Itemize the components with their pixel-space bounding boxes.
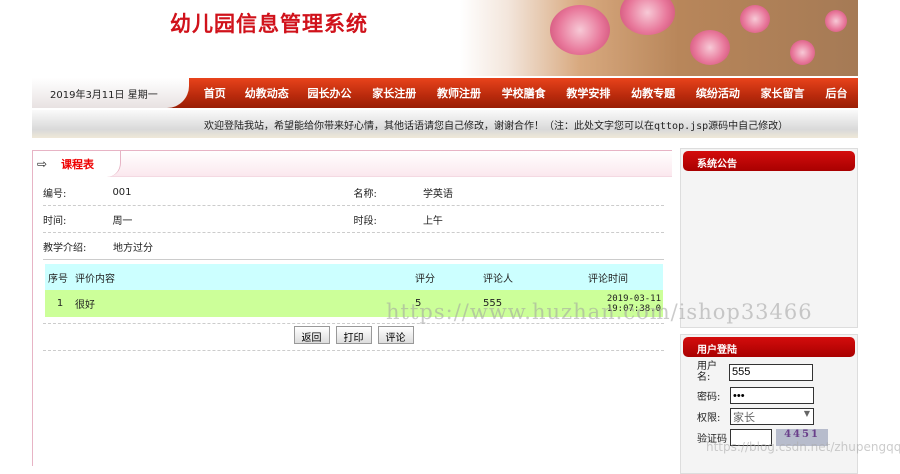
name-label: 名称: xyxy=(353,188,377,200)
col-time: 评论时间 xyxy=(553,264,663,290)
period-label: 时段: xyxy=(353,215,377,227)
intro-value: 地方过分 xyxy=(113,242,153,254)
username-label: 用户名: xyxy=(697,361,717,383)
field-row: 编号: 001 名称: 学英语 xyxy=(43,179,664,206)
watermark: https://www.huzhan.com/ishop33466 xyxy=(386,300,813,324)
arrow-right-icon: ⇨ xyxy=(37,156,48,171)
col-content: 评价内容 xyxy=(75,264,415,290)
id-value: 001 xyxy=(112,186,132,198)
panel-title: 课程表 xyxy=(61,157,95,171)
notice-title: 系统公告 xyxy=(683,151,855,171)
print-button[interactable]: 打印 xyxy=(335,326,372,344)
back-button[interactable]: 返回 xyxy=(293,326,330,344)
nav-home[interactable]: 首页 xyxy=(193,85,236,101)
time-value: 周一 xyxy=(112,215,133,227)
table-header: 序号 评价内容 评分 评论人 评论时间 xyxy=(45,264,663,290)
password-input[interactable] xyxy=(730,387,814,404)
welcome-marquee: 欢迎登陆我站，希望能给你带来好心情，其他话语请您自己修改，谢谢合作！（注：此处文… xyxy=(32,110,858,138)
cell-index: 1 xyxy=(45,290,75,317)
time-label: 时间: xyxy=(43,215,67,227)
password-label: 密码: xyxy=(697,392,721,403)
col-commenter: 评论人 xyxy=(483,264,553,290)
role-select[interactable]: 家长 ▼ xyxy=(730,408,814,425)
chevron-down-icon: ▼ xyxy=(803,409,810,418)
comment-button[interactable]: 评论 xyxy=(377,326,414,344)
intro-label: 教学介绍: xyxy=(43,242,87,254)
action-buttons: 返回 打印 评论 xyxy=(43,323,664,351)
username-input[interactable] xyxy=(729,363,813,381)
main-nav: 2019年3月11日 星期一 首页 幼教动态 园长办公 家长注册 教师注册 学校… xyxy=(32,78,858,108)
nav-messages[interactable]: 家长留言 xyxy=(750,85,815,101)
site-title: 幼儿园信息管理系统 xyxy=(170,11,368,36)
cell-content: 很好 xyxy=(75,290,415,317)
nav-topics[interactable]: 幼教专题 xyxy=(621,85,686,101)
col-index: 序号 xyxy=(45,264,75,290)
login-title: 用户登陆 xyxy=(683,337,855,357)
flower-banner-image xyxy=(460,0,858,76)
nav-teaching[interactable]: 教学安排 xyxy=(556,85,621,101)
field-row: 时间: 周一 时段: 上午 xyxy=(43,206,664,233)
header: 幼儿园信息管理系统 xyxy=(32,0,858,76)
id-label: 编号: xyxy=(43,188,67,200)
nav-admin[interactable]: 后台 xyxy=(815,85,858,101)
col-score: 评分 xyxy=(415,264,483,290)
role-value: 家长 xyxy=(733,411,755,424)
field-row: 教学介绍: 地方过分 xyxy=(43,233,664,260)
nav-activities[interactable]: 缤纷活动 xyxy=(685,85,750,101)
nav-teacher-register[interactable]: 教师注册 xyxy=(427,85,492,101)
nav-parent-register[interactable]: 家长注册 xyxy=(362,85,427,101)
date-display: 2019年3月11日 星期一 xyxy=(32,78,190,108)
period-value: 上午 xyxy=(422,215,443,227)
watermark: https://blog.csdn.net/zhupengqq xyxy=(706,440,900,454)
nav-news[interactable]: 幼教动态 xyxy=(236,85,297,101)
nav-director[interactable]: 园长办公 xyxy=(297,85,362,101)
name-value: 学英语 xyxy=(422,188,453,200)
nav-meals[interactable]: 学校膳食 xyxy=(491,85,556,101)
panel-header: ⇨ 课程表 xyxy=(33,150,672,177)
role-label: 权限: xyxy=(697,413,721,424)
